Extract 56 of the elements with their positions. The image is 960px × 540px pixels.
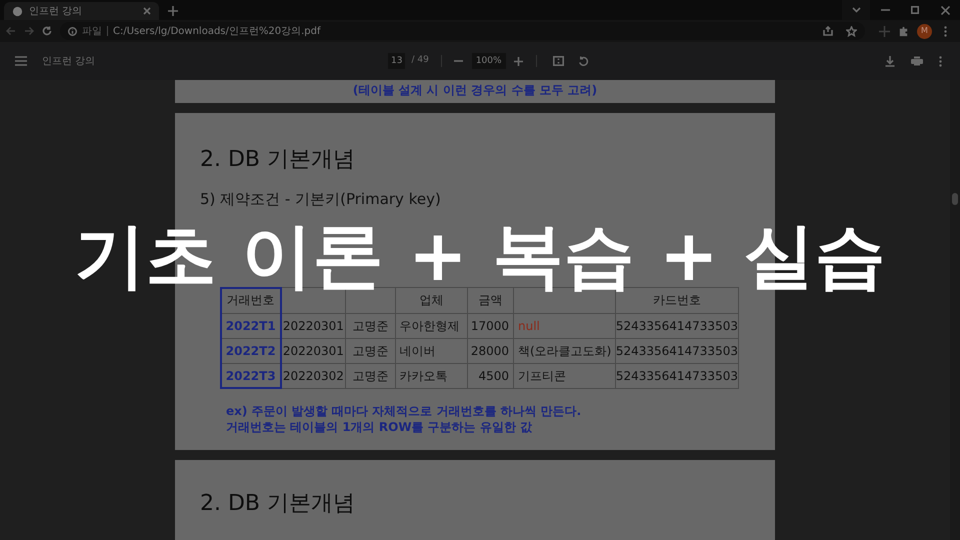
table-cell: 기프티콘 bbox=[514, 363, 616, 388]
profile-avatar[interactable]: M bbox=[917, 24, 932, 38]
note-text: ex) 주문이 발생할 때마다 자체적으로 거래번호를 하나씩 만든다. bbox=[226, 402, 582, 418]
print-icon[interactable] bbox=[911, 56, 923, 66]
table-cell: 네이버 bbox=[395, 338, 468, 363]
document-title: 인프런 강의 bbox=[42, 54, 96, 68]
back-arrow-icon[interactable] bbox=[6, 26, 16, 36]
table-cell: 20220301 bbox=[280, 338, 346, 363]
address-field[interactable]: 파일 C:/Users/lg/Downloads/인프런%20강의.pdf bbox=[60, 22, 865, 40]
table-cell: 17000 bbox=[468, 313, 514, 338]
column-header: 업체 bbox=[395, 287, 468, 313]
column-header: 금액 bbox=[468, 287, 514, 313]
page-total: / 49 bbox=[411, 54, 429, 68]
table-cell: 5243356414733503 bbox=[615, 363, 738, 388]
star-icon[interactable] bbox=[846, 26, 857, 36]
reload-icon[interactable] bbox=[42, 26, 52, 36]
forward-arrow-icon[interactable] bbox=[24, 26, 34, 36]
tab-title: 인프런 강의 bbox=[29, 4, 84, 18]
table-cell: 20220302 bbox=[280, 363, 346, 388]
table-cell: 28000 bbox=[468, 338, 514, 363]
table-cell: 5243356414733503 bbox=[615, 338, 738, 363]
more-icon[interactable] bbox=[939, 56, 942, 66]
browser-tab[interactable]: 인프런 강의 bbox=[4, 2, 159, 20]
table-cell: null bbox=[514, 313, 616, 338]
move-icon[interactable] bbox=[879, 26, 890, 36]
download-icon[interactable] bbox=[885, 56, 895, 66]
scrollbar[interactable] bbox=[950, 80, 960, 540]
table-cell: 20220301 bbox=[280, 313, 346, 338]
table-cell: 카카오톡 bbox=[395, 363, 468, 388]
table-cell: 고명준 bbox=[346, 313, 396, 338]
menu-icon[interactable] bbox=[15, 56, 27, 66]
fit-page-icon[interactable] bbox=[552, 56, 564, 66]
close-icon[interactable] bbox=[143, 7, 151, 15]
zoom-in-icon[interactable] bbox=[512, 54, 526, 68]
slide-subheading: 5) 제약조건 - 기본키(Primary key) bbox=[200, 189, 442, 210]
table-cell: 5243356414733503 bbox=[615, 313, 738, 338]
url-text: C:/Users/lg/Downloads/인프런%20강의.pdf bbox=[113, 24, 320, 38]
table-cell: 고명준 bbox=[346, 363, 396, 388]
chevron-down-icon[interactable] bbox=[842, 0, 870, 20]
slide-heading: 2. DB 기본개념 bbox=[200, 146, 356, 174]
share-icon[interactable] bbox=[823, 26, 833, 36]
security-label: 파일 bbox=[82, 24, 102, 38]
scrollbar-thumb[interactable] bbox=[952, 193, 958, 205]
new-tab-icon[interactable] bbox=[165, 3, 181, 19]
zoom-field[interactable]: 100% bbox=[472, 53, 506, 69]
page-number-field[interactable]: 13 bbox=[388, 53, 406, 69]
slide-heading: 2. DB 기본개념 bbox=[200, 490, 356, 518]
table-cell: 책(오라클고도화) bbox=[514, 338, 616, 363]
note-text: 거래번호는 테이블의 1개의 ROW를 구분하는 유일한 값 bbox=[226, 418, 534, 434]
info-icon bbox=[68, 26, 77, 36]
rotate-icon[interactable] bbox=[578, 56, 589, 66]
table-cell: 우아한형제 bbox=[395, 313, 468, 338]
table-cell: 고명준 bbox=[346, 338, 396, 363]
puzzle-icon[interactable] bbox=[898, 26, 909, 36]
note-text: (테이블 설계 시 이런 경우의 수를 모두 고려) bbox=[352, 82, 598, 99]
table-cell: 4500 bbox=[468, 363, 514, 388]
